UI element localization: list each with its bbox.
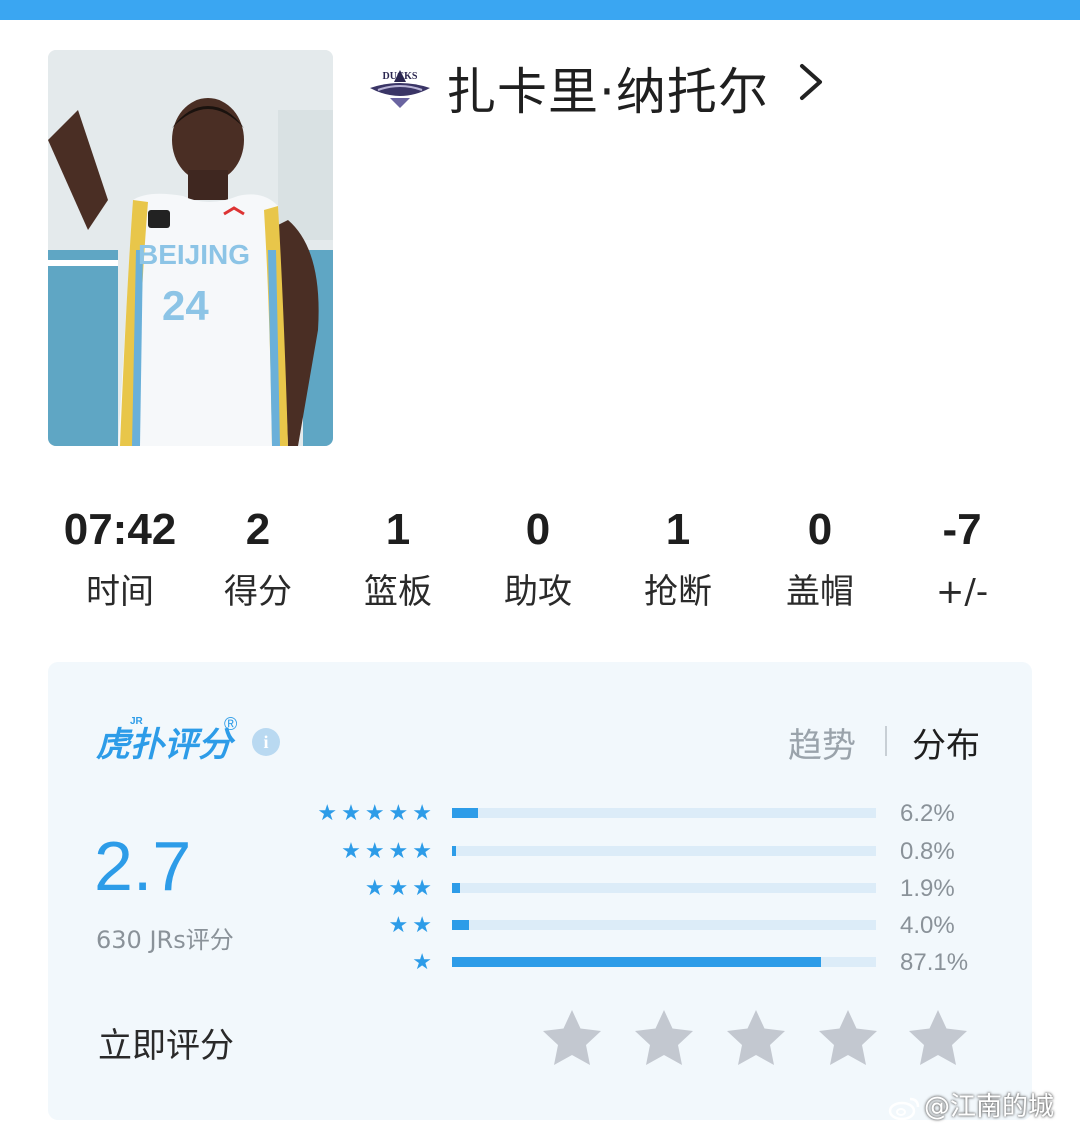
player-name[interactable]: 扎卡里·纳托尔 (446, 52, 769, 124)
stat-label: 盖帽 (786, 572, 854, 612)
player-photo: BEIJING 24 (48, 50, 333, 446)
weibo-icon (888, 1095, 920, 1121)
rate-star-3-icon[interactable] (724, 1006, 788, 1070)
stat-assists: 0 助攻 (458, 505, 618, 617)
hupu-rating-logo: 虎扑评分 JR ® (96, 708, 246, 768)
average-score: 2.7 (94, 827, 192, 905)
chevron-right-icon[interactable] (796, 62, 826, 102)
rate-stars (540, 1006, 980, 1070)
watermark-text: @江南的城 (924, 1092, 1055, 1122)
team-logo-icon[interactable]: DUCKS (368, 64, 432, 110)
distribution-bar-track (452, 846, 876, 856)
rate-star-5-icon[interactable] (906, 1006, 970, 1070)
tab-divider (885, 726, 887, 756)
stat-label: +/- (935, 572, 989, 612)
distribution-row: ★ 87.1% (308, 949, 1008, 976)
brand-text: 虎扑评分 (96, 725, 236, 765)
jersey-number: 24 (162, 282, 209, 329)
distribution-row: ★★★★ 0.8% (308, 838, 1008, 865)
stat-value: 2 (245, 505, 271, 554)
stat-value: 1 (665, 505, 691, 554)
stat-blocks: 0 盖帽 (740, 505, 900, 617)
rating-count: 630 JRs评分 (96, 926, 234, 954)
rate-now-label: 立即评分 (98, 1026, 234, 1066)
rate-star-1-icon[interactable] (540, 1006, 604, 1070)
registered-mark: ® (224, 714, 237, 734)
stat-time: 07:42 时间 (40, 505, 200, 617)
distribution-stars: ★★★★★ (317, 801, 436, 826)
distribution-percent: 6.2% (900, 800, 955, 827)
tab-trend[interactable]: 趋势 (788, 718, 856, 767)
stat-value: 0 (807, 505, 833, 554)
rate-star-4-icon[interactable] (816, 1006, 880, 1070)
rate-star-2-icon[interactable] (632, 1006, 696, 1070)
distribution-bar-track (452, 808, 876, 818)
watermark: @江南的城 (888, 1086, 1054, 1123)
stats-row: 07:42 时间 2 得分 1 篮板 0 助攻 1 抢断 0 盖帽 -7 +/- (40, 505, 1040, 615)
distribution-percent: 4.0% (900, 912, 955, 939)
distribution-percent: 1.9% (900, 875, 955, 902)
tab-distribution[interactable]: 分布 (912, 718, 980, 767)
stat-label: 得分 (224, 572, 292, 612)
jersey-text: BEIJING (138, 239, 250, 270)
distribution-stars: ★★ (388, 913, 436, 938)
stat-value: 07:42 (63, 505, 177, 554)
rating-panel: 虎扑评分 JR ® i 趋势 分布 2.7 630 JRs评分 ★★★★★ 6.2… (48, 662, 1032, 1120)
stat-label: 助攻 (504, 572, 572, 612)
stat-value: -7 (942, 505, 982, 554)
info-icon[interactable]: i (252, 728, 280, 756)
stat-label: 抢断 (644, 572, 712, 612)
distribution-row: ★★★★★ 6.2% (308, 800, 1008, 827)
stat-points: 2 得分 (178, 505, 338, 617)
distribution-bar-fill (452, 808, 479, 818)
distribution-stars: ★ (412, 950, 436, 975)
team-logo-text: DUCKS (382, 71, 417, 82)
distribution-row: ★★ 4.0% (308, 912, 1008, 939)
distribution-percent: 87.1% (900, 949, 969, 976)
distribution-bar-fill (452, 883, 461, 893)
distribution-bar-track (452, 920, 876, 930)
distribution-bar-fill (452, 957, 822, 967)
stat-value: 0 (525, 505, 551, 554)
distribution-bar-track (452, 957, 876, 967)
distribution-stars: ★★★ (364, 876, 436, 901)
distribution-bar-fill (452, 846, 456, 856)
stat-rebounds: 1 篮板 (318, 505, 478, 617)
stat-label: 时间 (86, 572, 154, 612)
distribution-bar-track (452, 883, 876, 893)
distribution-bar-fill (452, 920, 469, 930)
brand-superscript: JR (130, 716, 144, 727)
stat-label: 篮板 (364, 572, 432, 612)
distribution-percent: 0.8% (900, 838, 955, 865)
stat-value: 1 (385, 505, 411, 554)
stat-steals: 1 抢断 (598, 505, 758, 617)
distribution-row: ★★★ 1.9% (308, 875, 1008, 902)
stat-plus-minus: -7 +/- (882, 505, 1042, 617)
distribution-stars: ★★★★ (341, 839, 436, 864)
